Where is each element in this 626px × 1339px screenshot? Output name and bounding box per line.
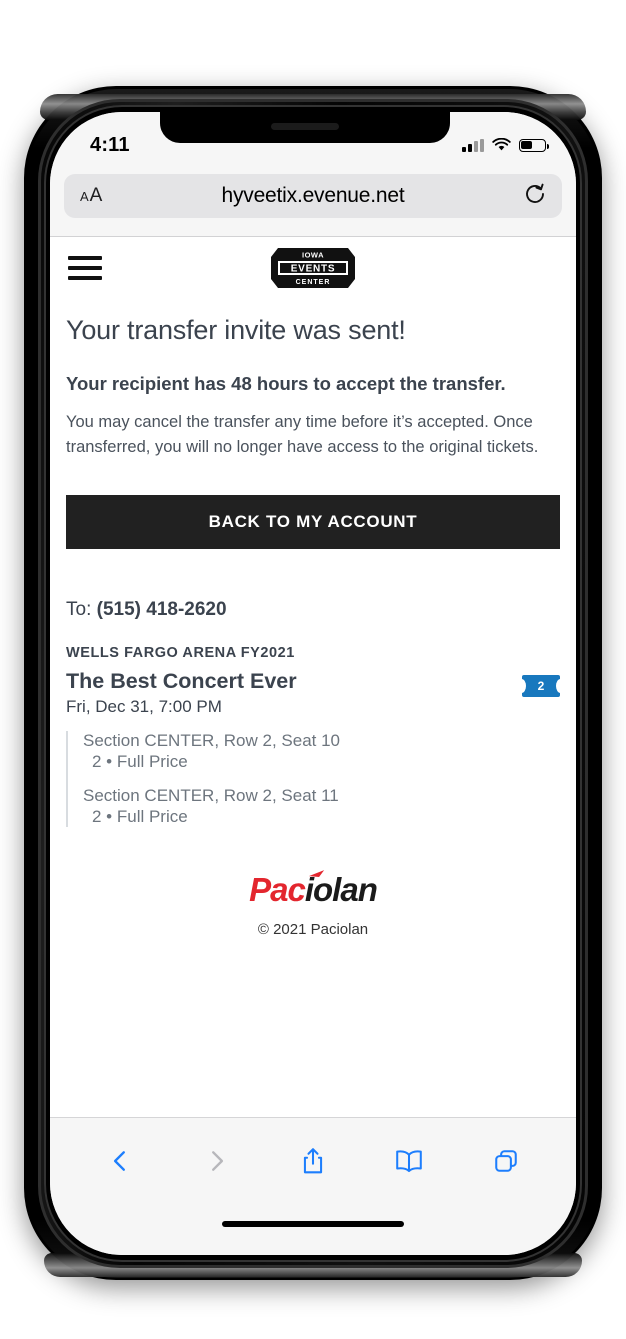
- venue-name: WELLS FARGO ARENA FY2021: [66, 645, 295, 662]
- back-button[interactable]: [94, 1135, 146, 1187]
- paciolan-logo-part1: Pac: [249, 871, 306, 909]
- event-name: The Best Concert Ever: [66, 669, 297, 694]
- tabs-button[interactable]: [480, 1135, 532, 1187]
- battery-icon: [519, 138, 549, 152]
- recipient-phone: (515) 418-2620: [96, 599, 227, 621]
- iowa-events-center-logo[interactable]: IOWA EVENTS CENTER: [267, 244, 359, 292]
- earpiece-speaker: [271, 123, 339, 130]
- list-item: Section CENTER, Row 2, Seat 10 2 • Full …: [83, 731, 560, 772]
- status-time: 4:11: [90, 133, 130, 156]
- event-summary-row: The Best Concert Ever Fri, Dec 31, 7:00 …: [66, 669, 560, 717]
- recipient-line: To: (515) 418-2620: [66, 599, 560, 621]
- svg-text:EVENTS: EVENTS: [291, 264, 336, 275]
- hamburger-bar: [68, 266, 102, 270]
- cellular-signal-icon: [462, 138, 484, 152]
- status-indicators: [462, 138, 549, 152]
- page-body: Your transfer invite was sent! Your reci…: [50, 315, 576, 938]
- page-title: Your transfer invite was sent!: [66, 315, 406, 345]
- event-date: Fri, Dec 31, 7:00 PM: [66, 697, 222, 717]
- webpage-content: IOWA EVENTS CENTER Your transfer invite …: [50, 237, 576, 1117]
- list-item: Section CENTER, Row 2, Seat 11 2 • Full …: [83, 786, 560, 827]
- back-to-my-account-button[interactable]: BACK TO MY ACCOUNT: [66, 495, 560, 550]
- bookmarks-button[interactable]: [383, 1135, 435, 1187]
- page-footer: Paciolan © 2021 Paciolan: [66, 870, 560, 939]
- url-text[interactable]: hyveetix.evenue.net: [64, 184, 562, 208]
- seat-list: Section CENTER, Row 2, Seat 10 2 • Full …: [66, 731, 560, 828]
- toolbar-icon-row: [50, 1118, 576, 1204]
- battery-fill: [521, 140, 532, 150]
- copyright-text: © 2021 Paciolan: [257, 921, 369, 939]
- seat-location: Section CENTER, Row 2, Seat 11: [83, 786, 339, 806]
- forward-button[interactable]: [191, 1135, 243, 1187]
- ticket-count-badge: 2: [522, 675, 560, 698]
- screenshot-stage: 4:11 AA hyveetix.evenue.net IOWA EVENTS …: [0, 0, 626, 1339]
- site-header: IOWA EVENTS CENTER: [50, 237, 576, 299]
- event-text-block: The Best Concert Ever Fri, Dec 31, 7:00 …: [66, 669, 297, 717]
- transfer-notice: Your recipient has 48 hours to accept th…: [66, 373, 506, 394]
- hamburger-menu-icon[interactable]: [68, 256, 102, 280]
- wifi-icon: [492, 138, 511, 152]
- browser-chrome-top: AA hyveetix.evenue.net: [50, 168, 576, 237]
- seat-detail: 2 • Full Price: [92, 807, 188, 827]
- share-button[interactable]: [287, 1135, 339, 1187]
- browser-toolbar: [50, 1117, 576, 1255]
- paciolan-logo: Paciolan: [249, 870, 378, 909]
- svg-text:CENTER: CENTER: [296, 279, 331, 286]
- paciolan-swoosh-icon: [308, 870, 325, 878]
- device-notch: [160, 112, 450, 143]
- seat-detail: 2 • Full Price: [92, 752, 188, 772]
- hamburger-bar: [68, 276, 102, 280]
- phone-screen: 4:11 AA hyveetix.evenue.net IOWA EVENTS …: [50, 112, 576, 1255]
- svg-text:IOWA: IOWA: [302, 251, 324, 260]
- home-indicator: [222, 1221, 404, 1227]
- transfer-description: You may cancel the transfer any time bef…: [66, 413, 539, 456]
- address-bar[interactable]: AA hyveetix.evenue.net: [64, 174, 562, 218]
- recipient-label: To:: [66, 599, 92, 621]
- seat-location: Section CENTER, Row 2, Seat 10: [83, 731, 341, 751]
- hamburger-bar: [68, 256, 102, 260]
